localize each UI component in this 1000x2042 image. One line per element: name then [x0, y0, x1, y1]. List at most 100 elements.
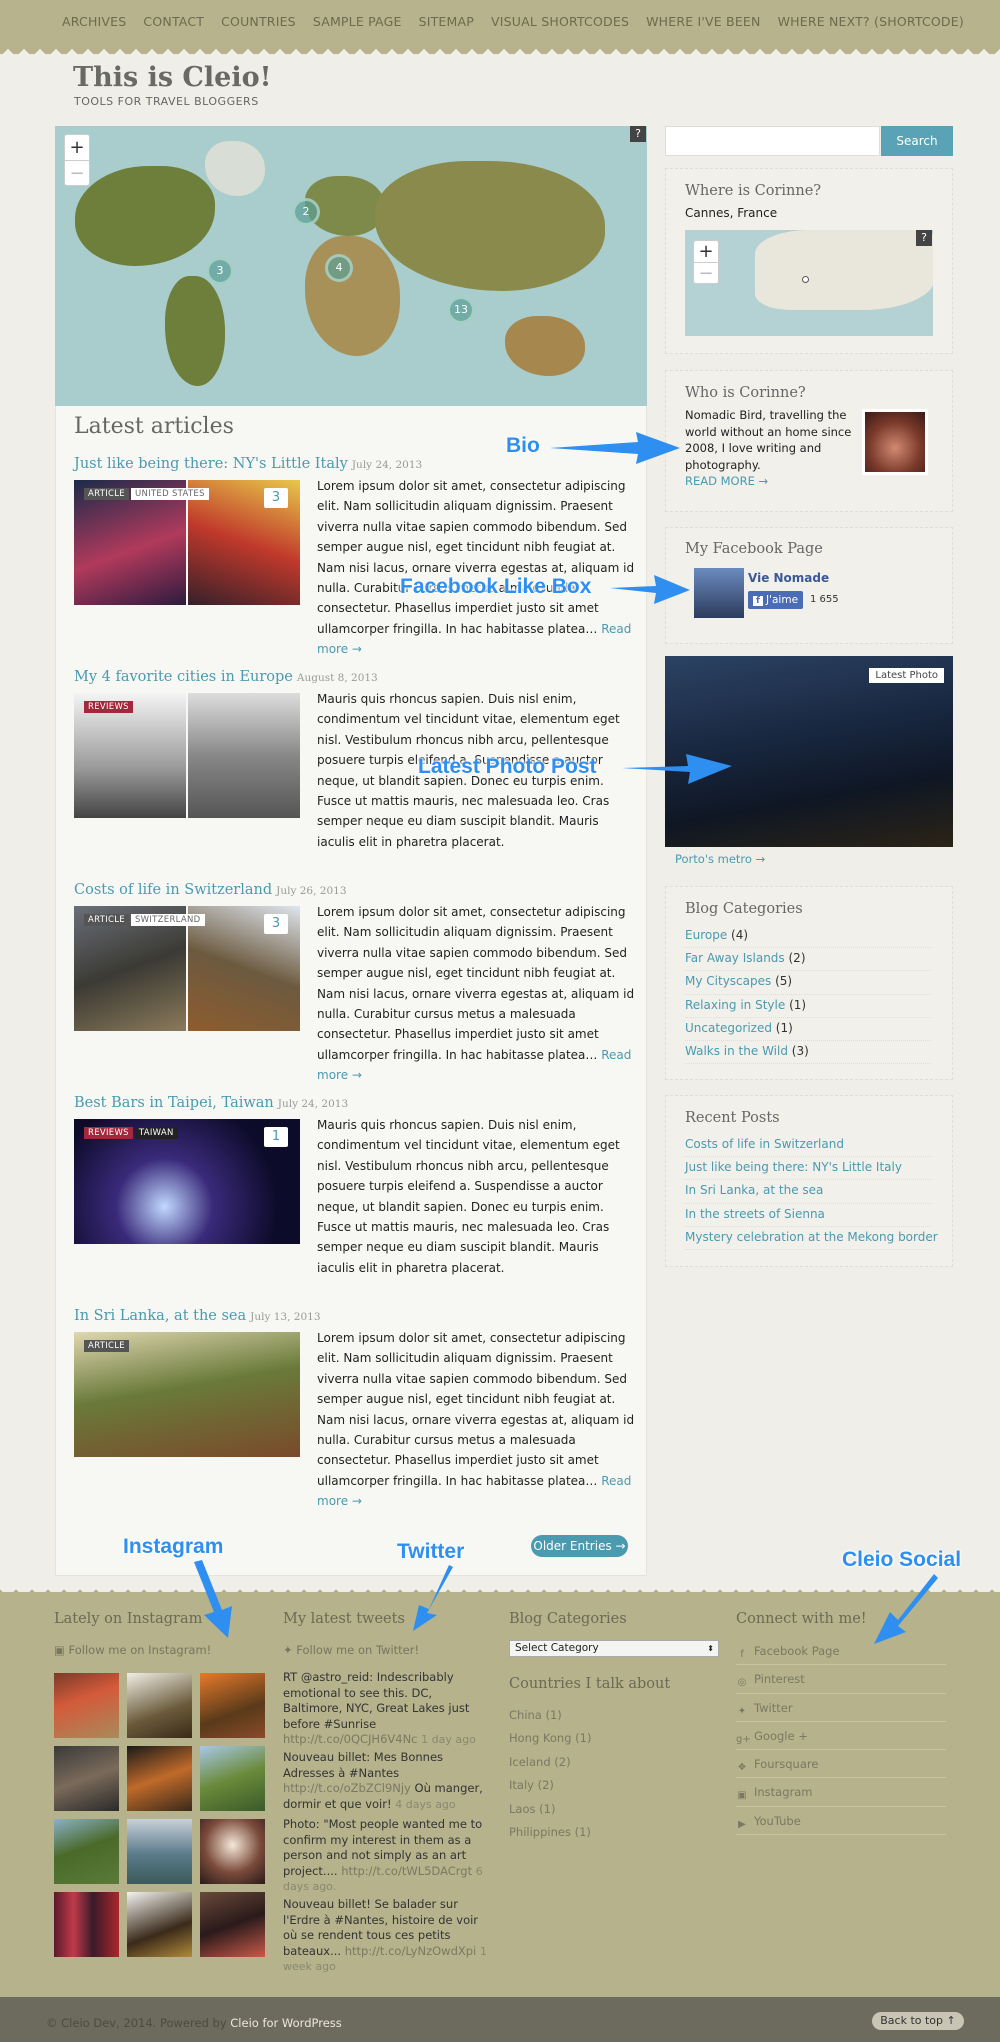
social-youtube[interactable]: ▶ YouTube: [736, 1807, 946, 1836]
facebook-like-button[interactable]: f J'aime: [748, 591, 804, 609]
category-count: (1): [789, 997, 807, 1012]
tweet-link[interactable]: http://t.co/0QCJH6V4Nc: [283, 1732, 418, 1746]
post-category-tag[interactable]: ARTICLE: [84, 488, 129, 500]
instagram-follow-link[interactable]: ▣ Follow me on Instagram!: [54, 1643, 211, 1657]
category-item[interactable]: Relaxing in Style (1): [685, 995, 932, 1018]
instagram-photo[interactable]: [54, 1892, 119, 1957]
social-label: Facebook Page: [754, 1644, 840, 1658]
recent-post-link[interactable]: In Sri Lanka, at the sea: [685, 1180, 932, 1204]
nav-item-visual-shortcodes[interactable]: VISUAL SHORTCODES: [491, 14, 629, 29]
social-google-plus[interactable]: g+ Google +: [736, 1722, 946, 1751]
post-country-tag[interactable]: SWITZERLAND: [130, 914, 205, 926]
category-link[interactable]: Europe: [685, 928, 727, 942]
tweet-link[interactable]: http://t.co/tWL5DACrgt: [341, 1864, 472, 1878]
map-zoom-in-button[interactable]: +: [65, 135, 89, 161]
tweet-link[interactable]: http://t.co/LyNzOwdXpi: [345, 1944, 477, 1958]
location-map-help[interactable]: ?: [916, 230, 932, 246]
location-marker[interactable]: [802, 276, 809, 283]
site-title[interactable]: This is Cleio!: [73, 62, 271, 93]
recent-post-link[interactable]: Costs of life in Switzerland: [685, 1134, 932, 1158]
cleio-link[interactable]: Cleio for WordPress: [230, 2016, 341, 2030]
instagram-photo[interactable]: [54, 1819, 119, 1884]
older-entries-button[interactable]: Older Entries →: [531, 1535, 628, 1557]
read-more-bio-link[interactable]: READ MORE →: [685, 474, 768, 488]
post-title[interactable]: Best Bars in Taipei, Taiwan: [74, 1095, 274, 1111]
world-map[interactable]: + − ? 2 3 4 13: [55, 126, 647, 406]
comment-count-badge[interactable]: 1: [264, 1127, 288, 1147]
category-link[interactable]: Relaxing in Style: [685, 998, 785, 1012]
recent-post-link[interactable]: In the streets of Sienna: [685, 1204, 932, 1227]
map-cluster-marker[interactable]: 2: [292, 198, 320, 226]
category-item[interactable]: Uncategorized (1): [685, 1018, 932, 1041]
map-help-button[interactable]: ?: [630, 126, 646, 142]
category-link[interactable]: My Cityscapes: [685, 974, 771, 988]
nav-item-where-ive-been[interactable]: WHERE I'VE BEEN: [646, 14, 760, 29]
nav-item-sitemap[interactable]: SITEMAP: [419, 14, 474, 29]
country-link[interactable]: Iceland (2): [509, 1751, 719, 1774]
post-title[interactable]: Just like being there: NY's Little Italy: [74, 456, 348, 472]
instagram-photo[interactable]: [54, 1746, 119, 1811]
location-map-zoom-out[interactable]: −: [694, 263, 718, 284]
map-cluster-marker[interactable]: 3: [206, 257, 234, 285]
instagram-photo[interactable]: [200, 1819, 265, 1884]
social-twitter[interactable]: ✦ Twitter: [736, 1694, 946, 1722]
instagram-photo[interactable]: [200, 1673, 265, 1738]
country-link[interactable]: China (1): [509, 1704, 719, 1727]
category-item[interactable]: My Cityscapes (5): [685, 971, 932, 995]
social-foursquare[interactable]: ❖ Foursquare: [736, 1750, 946, 1779]
post-country-tag[interactable]: TAIWAN: [134, 1127, 178, 1139]
map-cluster-marker[interactable]: 13: [447, 296, 475, 324]
comment-count-badge[interactable]: 3: [264, 914, 288, 934]
category-link[interactable]: Uncategorized: [685, 1021, 772, 1035]
comment-count-badge[interactable]: 3: [264, 488, 288, 508]
nav-item-sample-page[interactable]: SAMPLE PAGE: [313, 14, 402, 29]
social-instagram[interactable]: ▣ Instagram: [736, 1778, 946, 1807]
facebook-page-avatar[interactable]: [694, 568, 744, 618]
back-to-top-button[interactable]: Back to top ↑: [872, 2012, 964, 2030]
instagram-photo[interactable]: [127, 1673, 192, 1738]
nav-item-countries[interactable]: COUNTRIES: [221, 14, 296, 29]
post-category-tag[interactable]: REVIEWS: [84, 701, 133, 713]
search-input[interactable]: [665, 126, 880, 156]
category-item[interactable]: Walks in the Wild (3): [685, 1041, 932, 1065]
post-title[interactable]: My 4 favorite cities in Europe: [74, 669, 293, 685]
category-select[interactable]: Select Category ⬍: [509, 1640, 719, 1657]
post-thumbnail[interactable]: [188, 693, 300, 818]
location-map[interactable]: + − ?: [685, 230, 933, 336]
instagram-photo[interactable]: [200, 1746, 265, 1811]
instagram-photo[interactable]: [200, 1892, 265, 1957]
tweet-text: Nouveau billet: Mes Bonnes Adresses à #N…: [283, 1750, 444, 1780]
post-category-tag[interactable]: ARTICLE: [84, 914, 129, 926]
country-link[interactable]: Hong Kong (1): [509, 1727, 719, 1750]
recent-post-link[interactable]: Mystery celebration at the Mekong border: [685, 1227, 938, 1250]
category-item[interactable]: Far Away Islands (2): [685, 948, 932, 972]
map-zoom-out-button[interactable]: −: [65, 161, 89, 186]
recent-post-link[interactable]: Just like being there: NY's Little Italy: [685, 1157, 932, 1181]
latest-photo-caption[interactable]: Porto's metro →: [675, 852, 765, 866]
instagram-photo[interactable]: [54, 1673, 119, 1738]
instagram-photo[interactable]: [127, 1746, 192, 1811]
social-pinterest[interactable]: ◎ Pinterest: [736, 1665, 946, 1694]
tweet-link[interactable]: http://t.co/oZbZCl9Njy: [283, 1781, 411, 1795]
search-button[interactable]: Search: [881, 126, 953, 156]
twitter-follow-link[interactable]: ✦ Follow me on Twitter!: [283, 1643, 419, 1657]
category-link[interactable]: Far Away Islands: [685, 951, 785, 965]
post-title[interactable]: In Sri Lanka, at the sea: [74, 1308, 246, 1324]
post-country-tag[interactable]: UNITED STATES: [130, 488, 209, 500]
country-link[interactable]: Laos (1): [509, 1798, 719, 1821]
map-cluster-marker[interactable]: 4: [325, 254, 353, 282]
nav-item-where-next[interactable]: WHERE NEXT? (SHORTCODE): [778, 14, 964, 29]
facebook-page-name[interactable]: Vie Nomade: [748, 571, 829, 585]
post-category-tag[interactable]: ARTICLE: [84, 1340, 129, 1352]
nav-item-contact[interactable]: CONTACT: [143, 14, 204, 29]
instagram-photo[interactable]: [127, 1819, 192, 1884]
category-link[interactable]: Walks in the Wild: [685, 1044, 788, 1058]
post-title[interactable]: Costs of life in Switzerland: [74, 882, 272, 898]
country-link[interactable]: Italy (2): [509, 1774, 719, 1797]
instagram-photo[interactable]: [127, 1892, 192, 1957]
country-link[interactable]: Philippines (1): [509, 1821, 719, 1844]
category-item[interactable]: Europe (4): [685, 925, 932, 949]
nav-item-archives[interactable]: ARCHIVES: [62, 14, 126, 29]
location-map-zoom-in[interactable]: +: [694, 241, 718, 263]
post-category-tag[interactable]: REVIEWS: [84, 1127, 133, 1139]
